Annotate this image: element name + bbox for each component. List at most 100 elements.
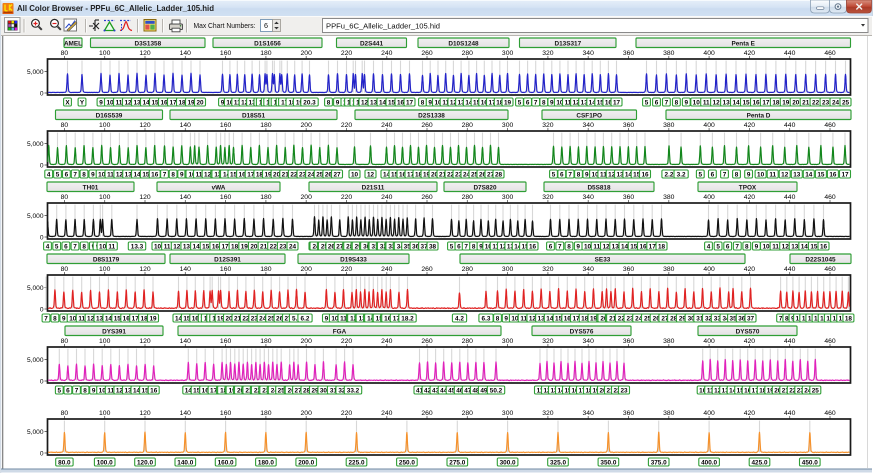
svg-text:140: 140 (180, 410, 192, 417)
svg-text:240: 240 (381, 266, 393, 273)
svg-text:8: 8 (745, 244, 749, 251)
svg-text:460: 460 (824, 410, 836, 417)
svg-text:160: 160 (220, 266, 232, 273)
svg-text:17: 17 (221, 244, 229, 251)
svg-text:23: 23 (279, 244, 287, 251)
svg-text:180.0: 180.0 (258, 460, 274, 467)
svg-text:0: 0 (40, 90, 44, 97)
svg-text:6.3: 6.3 (482, 316, 491, 323)
svg-text:420: 420 (744, 338, 756, 345)
svg-text:7: 7 (534, 100, 538, 107)
svg-text:18: 18 (178, 100, 186, 107)
svg-text:300: 300 (502, 338, 514, 345)
svg-text:9: 9 (428, 100, 432, 107)
svg-text:14: 14 (621, 244, 629, 251)
svg-text:425.0: 425.0 (752, 460, 768, 467)
svg-text:19: 19 (187, 100, 195, 107)
svg-text:6: 6 (65, 172, 69, 179)
svg-text:360: 360 (623, 266, 635, 273)
svg-text:16: 16 (639, 244, 647, 251)
svg-text:9: 9 (99, 100, 103, 107)
svg-text:460: 460 (824, 194, 836, 201)
svg-text:16: 16 (397, 100, 405, 107)
svg-text:D10S1248: D10S1248 (448, 40, 479, 47)
svg-text:30: 30 (320, 388, 328, 395)
svg-text:D2S441: D2S441 (360, 40, 384, 47)
svg-text:80: 80 (61, 266, 69, 273)
svg-text:D16S539: D16S539 (96, 112, 123, 119)
svg-text:15: 15 (630, 244, 638, 251)
svg-text:15: 15 (742, 100, 750, 107)
svg-text:12: 12 (367, 172, 375, 179)
svg-text:9: 9 (180, 172, 184, 179)
svg-text:X: X (65, 100, 70, 107)
svg-text:20: 20 (250, 244, 258, 251)
svg-text:14: 14 (193, 244, 201, 251)
svg-text:160: 160 (220, 122, 232, 129)
svg-text:360: 360 (623, 338, 635, 345)
svg-text:180: 180 (260, 50, 272, 57)
svg-text:19: 19 (782, 100, 790, 107)
svg-text:280: 280 (462, 122, 474, 129)
svg-text:80: 80 (61, 338, 69, 345)
svg-text:10: 10 (762, 244, 770, 251)
svg-text:15: 15 (817, 172, 825, 179)
svg-text:12: 12 (781, 172, 789, 179)
svg-text:180: 180 (260, 266, 272, 273)
svg-text:280: 280 (462, 194, 474, 201)
svg-text:7: 7 (558, 244, 562, 251)
svg-text:8: 8 (327, 100, 331, 107)
svg-text:220: 220 (341, 266, 353, 273)
svg-text:320: 320 (542, 122, 554, 129)
svg-text:11: 11 (164, 244, 171, 251)
svg-text:16: 16 (820, 244, 828, 251)
svg-text:13: 13 (791, 244, 799, 251)
svg-text:24: 24 (289, 244, 297, 251)
svg-text:D19S433: D19S433 (340, 256, 367, 263)
svg-text:240: 240 (381, 410, 393, 417)
svg-text:9: 9 (685, 100, 689, 107)
svg-text:16: 16 (829, 172, 837, 179)
svg-text:4: 4 (46, 244, 50, 251)
svg-text:400: 400 (703, 122, 715, 129)
svg-text:D22S1045: D22S1045 (805, 256, 836, 263)
svg-text:160: 160 (220, 50, 232, 57)
svg-text:380: 380 (663, 266, 675, 273)
svg-text:23: 23 (822, 100, 830, 107)
svg-text:100: 100 (99, 266, 111, 273)
svg-text:200: 200 (301, 338, 313, 345)
svg-text:PPFu_6C_Allelic_Ladder_105.hid: PPFu_6C_Allelic_Ladder_105.hid (326, 21, 440, 30)
svg-text:300: 300 (502, 50, 514, 57)
svg-text:420: 420 (744, 410, 756, 417)
svg-text:360: 360 (623, 410, 635, 417)
svg-text:4: 4 (707, 244, 711, 251)
svg-text:All Color Browser - PPFu_6C_Al: All Color Browser - PPFu_6C_Allelic_Ladd… (17, 4, 214, 13)
svg-text:D8S1179: D8S1179 (93, 256, 120, 263)
svg-text:25: 25 (842, 100, 850, 107)
svg-text:16: 16 (752, 100, 760, 107)
svg-text:38: 38 (429, 244, 437, 251)
svg-text:350.0: 350.0 (600, 460, 616, 467)
svg-text:8: 8 (577, 172, 581, 179)
svg-text:5: 5 (58, 388, 62, 395)
svg-text:9: 9 (747, 172, 751, 179)
svg-text:5: 5 (699, 172, 703, 179)
svg-text:9: 9 (504, 316, 508, 323)
svg-text:300: 300 (502, 410, 514, 417)
svg-text:12: 12 (782, 244, 790, 251)
svg-text:20: 20 (792, 100, 800, 107)
svg-text:13: 13 (723, 100, 731, 107)
svg-text:12: 12 (361, 100, 369, 107)
svg-text:8: 8 (421, 100, 425, 107)
svg-text:5: 5 (645, 100, 649, 107)
svg-text:2.2: 2.2 (665, 172, 674, 179)
svg-text:140: 140 (180, 266, 192, 273)
svg-text:6: 6 (711, 172, 715, 179)
svg-text:10: 10 (584, 244, 592, 251)
svg-text:8: 8 (83, 388, 87, 395)
svg-text:11: 11 (107, 172, 114, 179)
svg-text:100: 100 (99, 122, 111, 129)
svg-text:TH01: TH01 (83, 184, 99, 191)
svg-text:20.3: 20.3 (303, 100, 316, 107)
svg-text:25: 25 (812, 388, 820, 395)
